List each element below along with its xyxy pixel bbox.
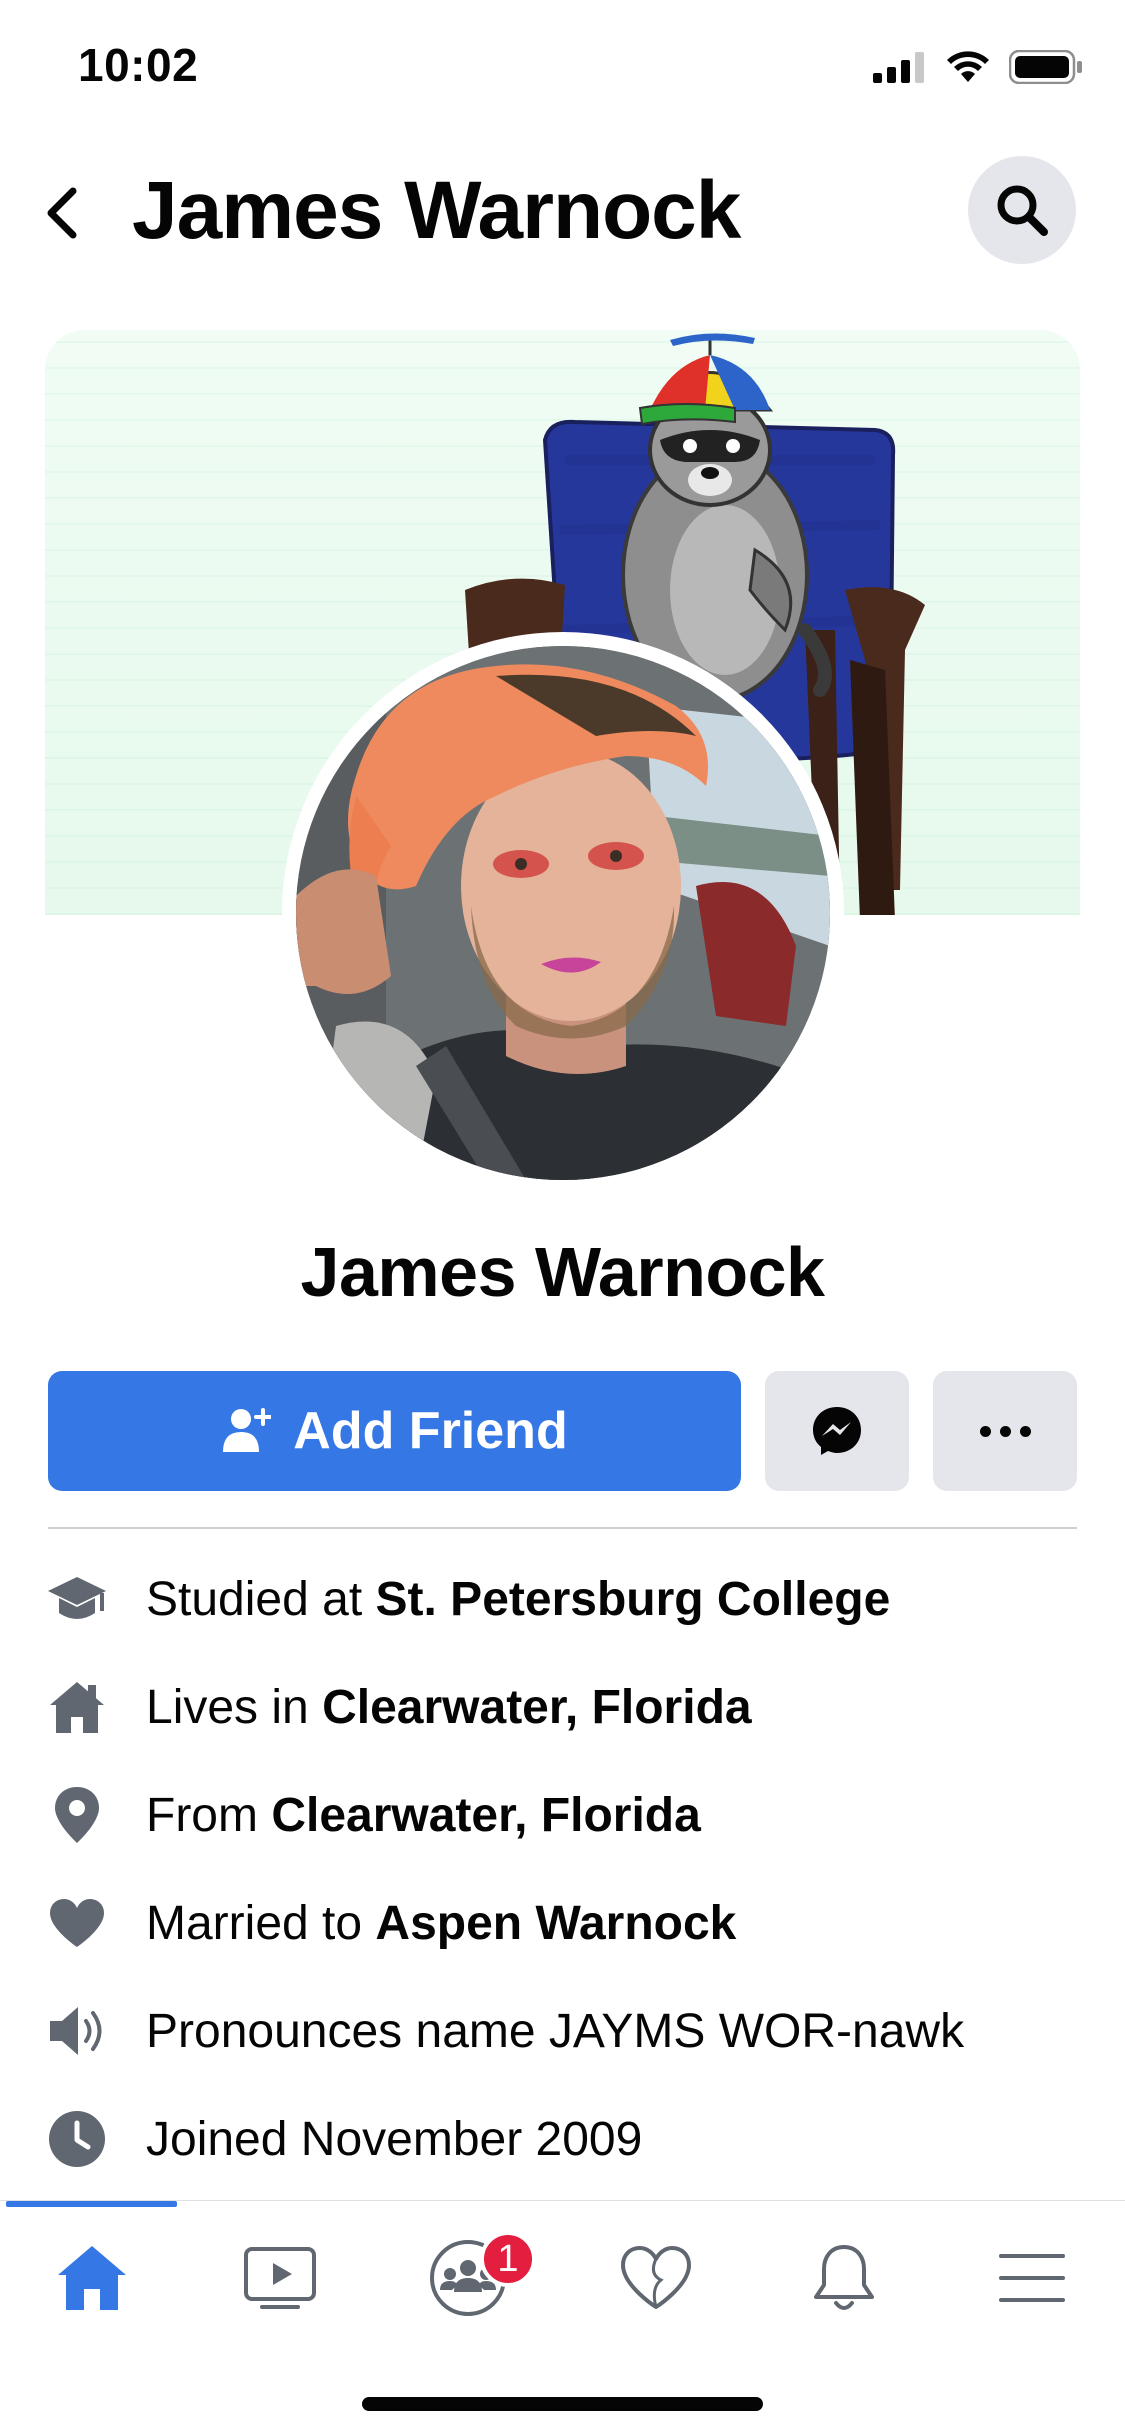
detail-pronunciation[interactable]: Pronounces name JAYMS WOR-nawk xyxy=(0,1977,1125,2085)
wifi-icon xyxy=(945,50,991,89)
nav-dating[interactable] xyxy=(596,2223,716,2333)
profile-name: James Warnock xyxy=(300,1233,825,1311)
cellular-signal-icon xyxy=(873,51,927,88)
detail-text: Joined November 2009 xyxy=(146,2112,643,2166)
detail-relationship[interactable]: Married to Aspen Warnock xyxy=(0,1869,1125,1977)
bottom-nav: 1 xyxy=(0,2200,1125,2360)
add-friend-button[interactable]: Add Friend xyxy=(48,1371,741,1491)
chevron-left-icon xyxy=(47,187,77,239)
detail-text: Married to Aspen Warnock xyxy=(146,1896,737,1950)
page-title: James Warnock xyxy=(132,165,741,256)
avatar[interactable] xyxy=(296,646,830,1180)
active-tab-indicator xyxy=(6,2201,177,2207)
detail-text: Lives in Clearwater, Florida xyxy=(146,1680,752,1734)
more-button[interactable] xyxy=(933,1371,1077,1491)
add-person-icon xyxy=(223,1408,272,1452)
heart-icon xyxy=(44,1890,110,1956)
status-icons xyxy=(873,49,1083,89)
notification-badge: 1 xyxy=(480,2231,536,2287)
graduation-cap-icon xyxy=(44,1566,110,1632)
detail-text: Studied at St. Petersburg College xyxy=(146,1572,891,1626)
search-button[interactable] xyxy=(968,156,1076,264)
status-time: 10:02 xyxy=(78,39,199,91)
add-friend-label: Add Friend xyxy=(293,1402,568,1460)
battery-icon xyxy=(1008,49,1083,89)
divider xyxy=(48,1527,1077,1529)
nav-watch[interactable] xyxy=(220,2223,340,2333)
messenger-icon xyxy=(813,1407,861,1455)
nav-home[interactable] xyxy=(32,2223,152,2333)
detail-text: Pronounces name JAYMS WOR-nawk xyxy=(146,2004,965,2058)
speaker-icon xyxy=(44,1998,110,2064)
clock-icon xyxy=(44,2106,110,2172)
more-dots-icon xyxy=(979,1425,991,1437)
home-icon xyxy=(44,1674,110,1740)
status-bar: 10:02 xyxy=(0,0,1125,140)
detail-from[interactable]: From Clearwater, Florida xyxy=(0,1761,1125,1869)
back-button[interactable] xyxy=(28,178,98,248)
detail-text: From Clearwater, Florida xyxy=(146,1788,701,1842)
detail-lives-in[interactable]: Lives in Clearwater, Florida xyxy=(0,1653,1125,1761)
detail-joined[interactable]: Joined November 2009 xyxy=(0,2085,1125,2193)
location-pin-icon xyxy=(44,1782,110,1848)
nav-menu[interactable] xyxy=(972,2223,1092,2333)
bell-icon xyxy=(814,2245,874,2310)
video-icon xyxy=(244,2247,316,2309)
home-indicator[interactable] xyxy=(362,2397,763,2411)
menu-icon xyxy=(999,2254,1065,2302)
detail-education[interactable]: Studied at St. Petersburg College xyxy=(0,1545,1125,1653)
search-icon xyxy=(997,185,1048,236)
nav-groups[interactable]: 1 xyxy=(408,2223,536,2333)
heart-outline-icon xyxy=(621,2246,691,2309)
nav-notifications[interactable] xyxy=(784,2223,904,2333)
page-header: James Warnock xyxy=(0,150,1125,280)
message-button[interactable] xyxy=(765,1371,909,1491)
home-icon xyxy=(58,2246,126,2310)
